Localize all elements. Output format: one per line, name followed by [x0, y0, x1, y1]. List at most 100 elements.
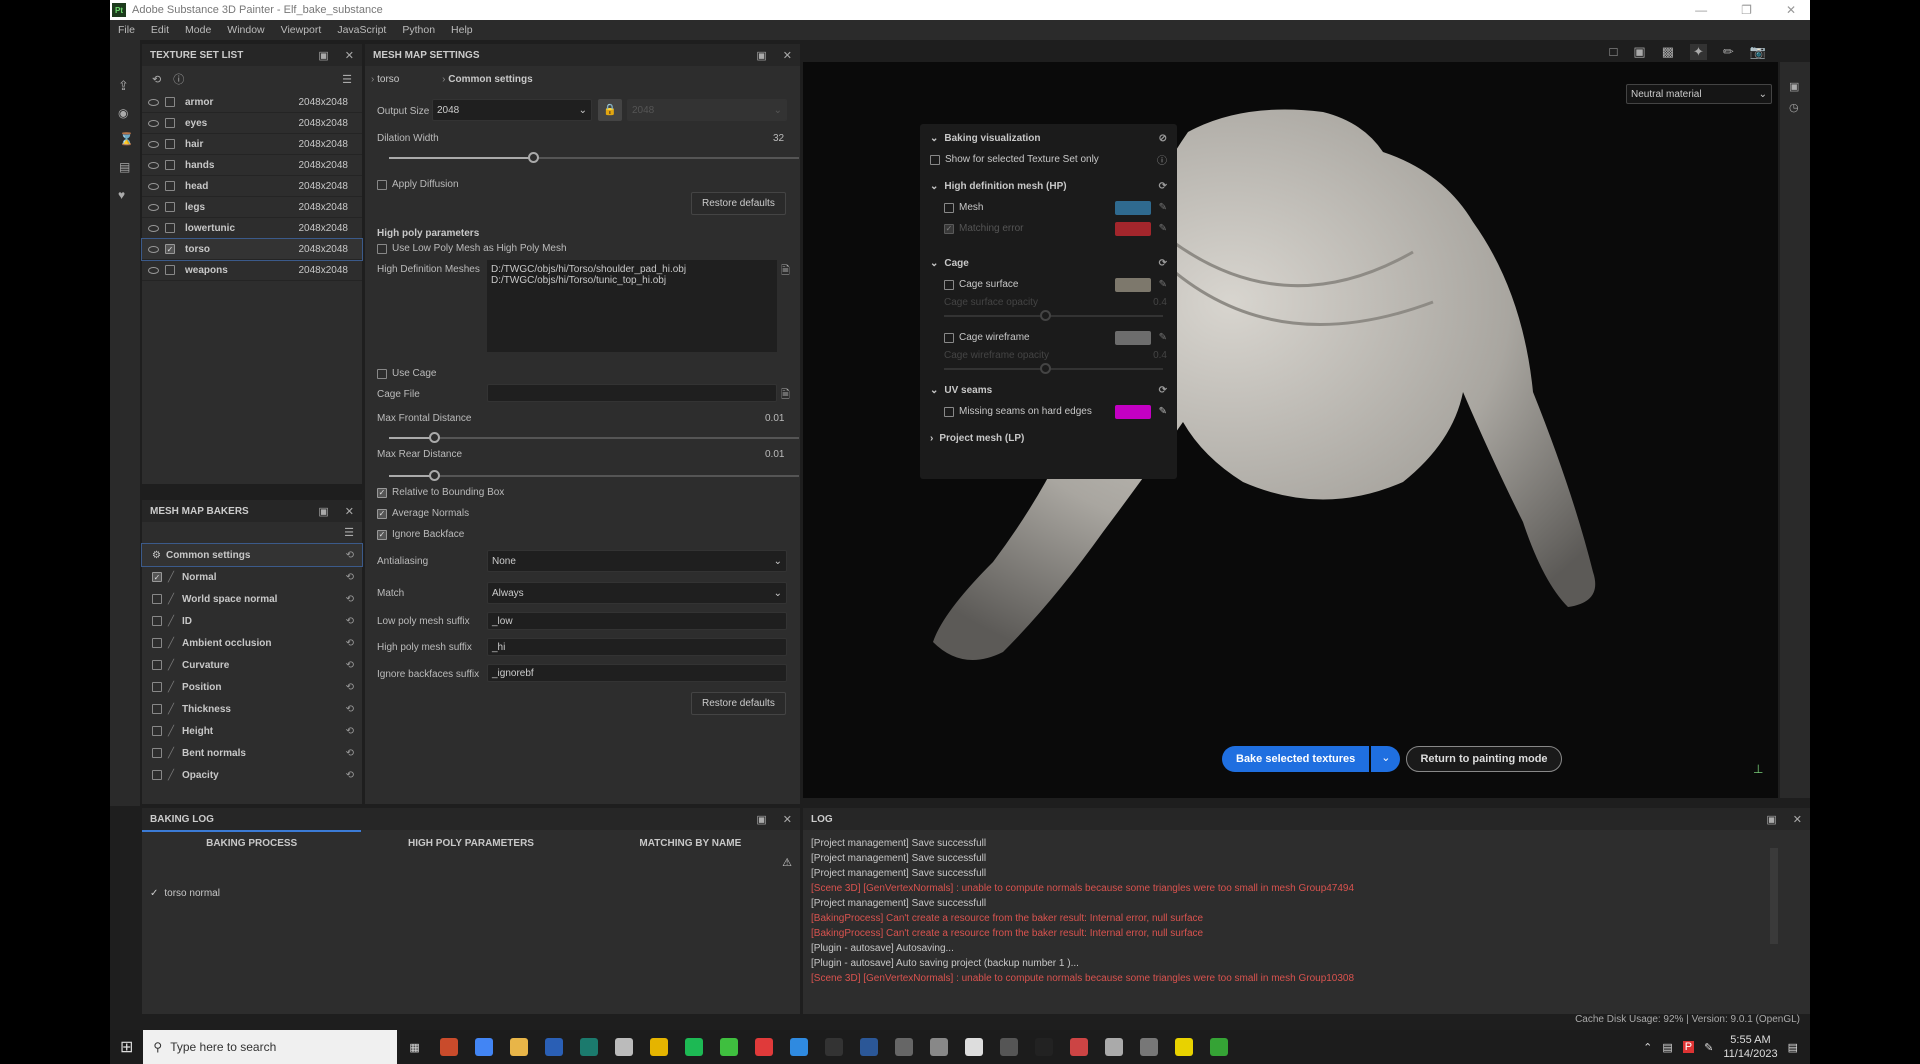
- texture-set-checkbox[interactable]: ✓: [165, 244, 175, 254]
- paint-brush-icon[interactable]: ✏: [1723, 44, 1734, 60]
- cage-surface-checkbox[interactable]: Cage surface ✎: [920, 274, 1177, 295]
- baker-checkbox[interactable]: [152, 704, 162, 714]
- taskbar-app-icon[interactable]: [930, 1038, 949, 1056]
- hd-mesh-item[interactable]: D:/TWGC/objs/hi/Torso/tunic_top_hi.obj: [491, 275, 773, 286]
- apply-diffusion-checkbox[interactable]: Apply Diffusion: [371, 174, 465, 195]
- history-icon[interactable]: ⌛: [119, 132, 134, 146]
- texture-set-checkbox[interactable]: [165, 118, 175, 128]
- texture-set-item[interactable]: weapons 2048x2048: [142, 260, 362, 281]
- link-icon[interactable]: ⟲: [346, 726, 354, 737]
- taskbar-app-icon[interactable]: [1035, 1038, 1054, 1056]
- texture-set-checkbox[interactable]: [165, 265, 175, 275]
- relative-bbox-checkbox[interactable]: ✓ Relative to Bounding Box: [371, 482, 510, 503]
- link-icon[interactable]: ⟲: [152, 73, 161, 86]
- camera-icon[interactable]: ▩: [1662, 44, 1674, 60]
- texture-set-checkbox[interactable]: [165, 97, 175, 107]
- cage-wireframe-checkbox[interactable]: Cage wireframe ✎: [920, 327, 1177, 348]
- taskbar-app-icon[interactable]: [1140, 1038, 1159, 1056]
- taskbar-search[interactable]: ⚲ Type here to search: [143, 1030, 398, 1064]
- display-mode-icon[interactable]: □: [1610, 44, 1618, 60]
- visibility-eye-icon[interactable]: [148, 203, 159, 211]
- windows-start-icon[interactable]: ⊞: [120, 1037, 133, 1057]
- maximize-icon[interactable]: ❐: [1741, 3, 1752, 17]
- screenshot-icon[interactable]: 📷: [1750, 44, 1766, 60]
- taskbar-app-icon[interactable]: [1210, 1038, 1229, 1056]
- baker-item[interactable]: ✓ ╱ Normal ⟲: [142, 566, 362, 588]
- log-output[interactable]: [Project management] Save successfull [Pr…: [803, 830, 1810, 992]
- link-icon[interactable]: ⟲: [346, 550, 354, 561]
- app-tray-icon[interactable]: P: [1682, 1041, 1695, 1053]
- menu-window[interactable]: Window: [219, 24, 272, 36]
- menu-edit[interactable]: Edit: [143, 24, 177, 36]
- history-icon[interactable]: ◷: [1780, 93, 1810, 122]
- ignore-suffix-input[interactable]: _ignorebf: [487, 664, 787, 682]
- menu-viewport[interactable]: Viewport: [273, 24, 330, 36]
- visibility-eye-icon[interactable]: [148, 224, 159, 232]
- baker-checkbox[interactable]: ✓: [152, 572, 162, 582]
- tray-chevron-icon[interactable]: ⌃: [1643, 1041, 1652, 1054]
- breadcrumb-torso[interactable]: torso: [377, 74, 399, 85]
- cage-wireframe-color-swatch[interactable]: [1114, 330, 1151, 345]
- baker-checkbox[interactable]: [152, 616, 162, 626]
- float-icon[interactable]: ▣: [318, 505, 328, 518]
- baker-item[interactable]: ╱ Thickness ⟲: [142, 698, 362, 720]
- baker-item[interactable]: ╱ Position ⟲: [142, 676, 362, 698]
- texture-set-checkbox[interactable]: [165, 223, 175, 233]
- baker-item[interactable]: ╱ Ambient occlusion ⟲: [142, 632, 362, 654]
- link-icon[interactable]: ⟲: [346, 748, 354, 759]
- visibility-eye-icon[interactable]: [148, 98, 159, 106]
- reset-icon[interactable]: ⟳: [1159, 385, 1167, 396]
- link-icon[interactable]: ⟲: [346, 704, 354, 715]
- close-panel-icon[interactable]: ✕: [783, 49, 792, 62]
- visibility-eye-icon[interactable]: [148, 182, 159, 190]
- baker-checkbox[interactable]: [152, 770, 162, 780]
- project-mesh-header[interactable]: › Project mesh (LP): [920, 428, 1177, 449]
- link-icon[interactable]: ⟲: [346, 770, 354, 781]
- float-icon[interactable]: ▣: [756, 813, 766, 826]
- float-icon[interactable]: ▣: [756, 49, 766, 62]
- taskbar-app-icon[interactable]: [615, 1038, 634, 1056]
- lock-icon[interactable]: 🔒: [598, 99, 622, 121]
- log-scrollbar[interactable]: [1770, 848, 1778, 944]
- info-icon[interactable]: ⓘ: [173, 71, 184, 87]
- texture-set-checkbox[interactable]: [165, 181, 175, 191]
- restore-defaults-button[interactable]: Restore defaults: [691, 692, 786, 715]
- taskbar-app-icon[interactable]: [545, 1038, 564, 1056]
- breadcrumb-common-settings[interactable]: Common settings: [448, 74, 532, 85]
- cage-surface-color-swatch[interactable]: [1114, 277, 1151, 292]
- texture-set-item[interactable]: lowertunic 2048x2048: [142, 218, 362, 239]
- ignore-backface-checkbox[interactable]: ✓ Ignore Backface: [371, 524, 470, 545]
- taskbar-app-icon[interactable]: [580, 1038, 599, 1056]
- visibility-eye-icon[interactable]: [148, 161, 159, 169]
- bake-options-chevron-icon[interactable]: ⌄: [1371, 746, 1401, 772]
- show-selected-checkbox[interactable]: Show for selected Texture Set only ⓘ: [920, 149, 1177, 170]
- link-icon[interactable]: ⟲: [346, 572, 354, 583]
- texture-set-checkbox[interactable]: [165, 139, 175, 149]
- texture-set-checkbox[interactable]: [165, 202, 175, 212]
- display-settings-icon[interactable]: ▣: [1780, 62, 1810, 93]
- average-normals-checkbox[interactable]: ✓ Average Normals: [371, 503, 475, 524]
- tab-high-poly-parameters[interactable]: HIGH POLY PARAMETERS: [361, 838, 580, 849]
- taskbar-app-icon[interactable]: [1000, 1038, 1019, 1056]
- low-suffix-input[interactable]: _low: [487, 612, 787, 630]
- menu-icon[interactable]: ☰: [342, 73, 352, 86]
- cube-icon[interactable]: ▣: [1633, 44, 1645, 60]
- visibility-eye-icon[interactable]: [148, 140, 159, 148]
- file-icon[interactable]: 🗎: [781, 386, 790, 405]
- baker-checkbox[interactable]: [152, 748, 162, 758]
- baker-checkbox[interactable]: [152, 638, 162, 648]
- taskbar-app-icon[interactable]: [1105, 1038, 1124, 1056]
- cage-surface-opacity-slider[interactable]: [944, 310, 1163, 321]
- baker-item[interactable]: ╱ Curvature ⟲: [142, 654, 362, 676]
- mesh-checkbox[interactable]: Mesh ✎: [920, 197, 1177, 218]
- float-icon[interactable]: ▣: [318, 49, 328, 62]
- taskbar-app-icon[interactable]: [720, 1038, 739, 1056]
- restore-defaults-button[interactable]: Restore defaults: [691, 192, 786, 215]
- visibility-eye-icon[interactable]: [148, 119, 159, 127]
- texture-set-item[interactable]: eyes 2048x2048: [142, 113, 362, 134]
- taskbar-app-icon[interactable]: [510, 1038, 529, 1056]
- eye-off-icon[interactable]: ⊘: [1159, 133, 1167, 144]
- texture-set-item[interactable]: hands 2048x2048: [142, 155, 362, 176]
- float-icon[interactable]: ▣: [1766, 813, 1776, 826]
- baker-item[interactable]: ╱ Opacity ⟲: [142, 764, 362, 786]
